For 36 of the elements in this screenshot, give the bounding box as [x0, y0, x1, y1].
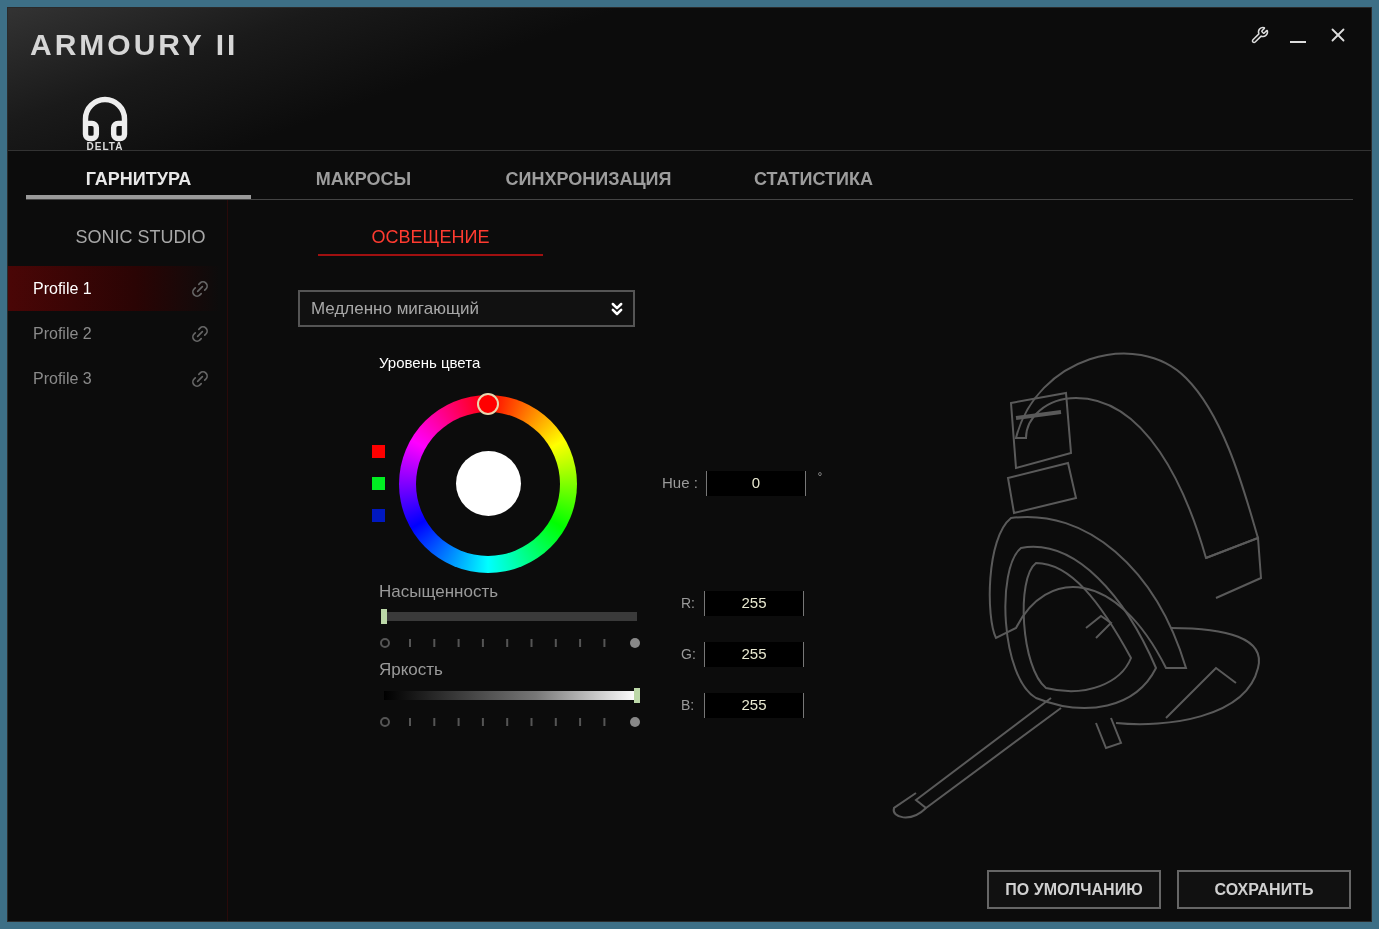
profile-item[interactable]: Profile 3 — [8, 356, 222, 401]
sub-tab[interactable]: ОСВЕЩЕНИЕ — [318, 220, 543, 256]
channel-label: G: — [681, 644, 694, 664]
slider-label: Яркость — [379, 659, 444, 681]
app-logo: ARMOURY II — [30, 27, 239, 63]
minimize-icon — [1290, 41, 1306, 43]
slider-track[interactable] — [384, 690, 637, 700]
slider-track[interactable] — [384, 612, 637, 621]
nav-tab[interactable]: МАКРОСЫ — [251, 163, 476, 199]
value-field[interactable]: 255 — [704, 590, 804, 616]
color-swatch[interactable] — [372, 509, 385, 522]
value-field[interactable]: 255 — [704, 692, 804, 718]
device-name: DELTA — [86, 140, 124, 154]
nav-tab[interactable]: СИНХРОНИЗАЦИЯ — [476, 163, 701, 199]
sub-tab[interactable]: SONIC STUDIO — [28, 220, 253, 256]
degree-sign: ° — [817, 469, 823, 485]
wrench-icon — [1251, 26, 1269, 44]
hue-label: Hue : — [662, 473, 698, 494]
value-field[interactable]: 0 — [705, 471, 806, 496]
profile-item[interactable]: Profile 2 — [8, 311, 222, 356]
settings-button[interactable] — [1251, 26, 1269, 44]
action-button[interactable]: ПО УМОЛЧАНИЮ — [987, 870, 1161, 909]
value-field[interactable]: 255 — [704, 641, 804, 667]
channel-label: B: — [681, 695, 694, 715]
slider-thumb[interactable] — [381, 609, 387, 624]
nav-tab[interactable]: СТАТИСТИКА — [701, 163, 926, 199]
channel-label: R: — [681, 593, 694, 613]
slider-thumb[interactable] — [634, 687, 640, 703]
action-button[interactable]: СОХРАНИТЬ — [1177, 870, 1351, 909]
slider-label: Насыщенность — [379, 580, 500, 603]
section-label: Уровень цвета — [379, 353, 482, 373]
hue-marker[interactable] — [477, 392, 499, 415]
color-swatch[interactable] — [372, 477, 385, 490]
nav-tab[interactable]: ГАРНИТУРА — [26, 163, 251, 199]
color-swatch[interactable] — [372, 445, 385, 458]
effect-dropdown[interactable]: Медленно мигающий — [298, 290, 635, 327]
